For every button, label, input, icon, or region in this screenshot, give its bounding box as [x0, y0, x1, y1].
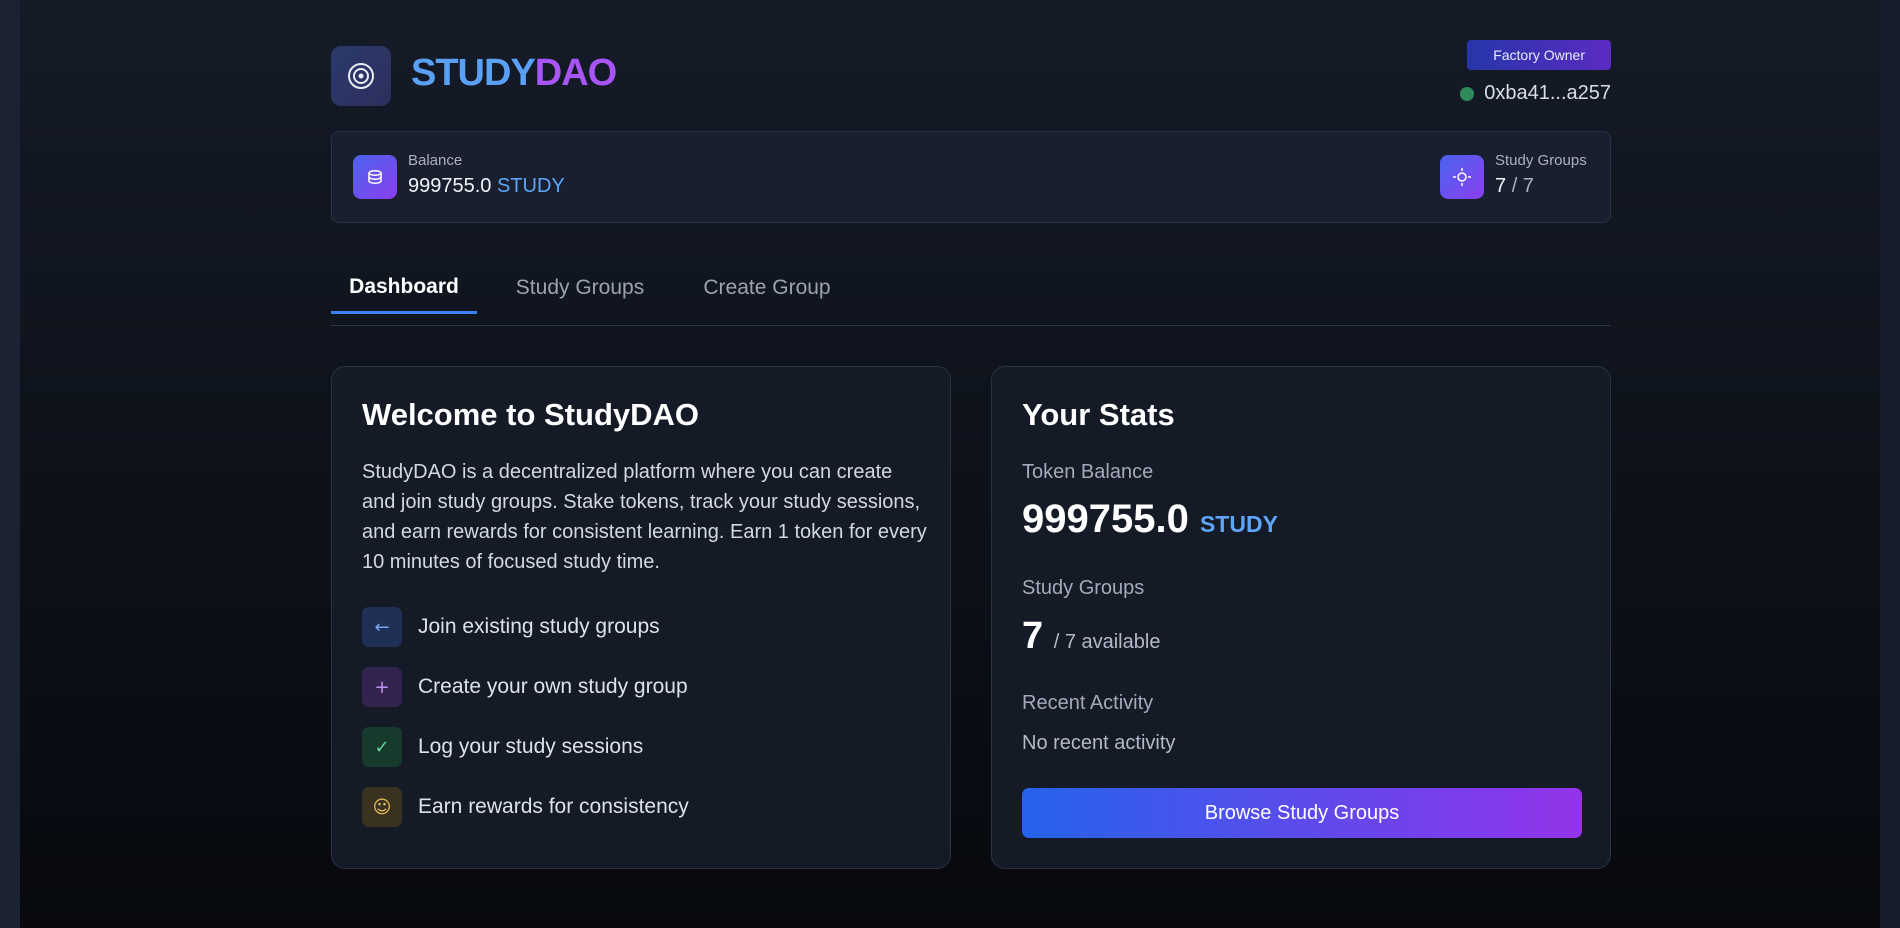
balance-label: Balance: [408, 152, 463, 169]
feature-item: + Create your own study group: [362, 667, 688, 707]
feature-label: Join existing study groups: [418, 615, 660, 638]
feature-label: Earn rewards for consistency: [418, 795, 689, 818]
welcome-intro: StudyDAO is a decentralized platform whe…: [362, 461, 927, 573]
stats-title: Your Stats: [1022, 397, 1175, 432]
connection-status-dot: [1460, 86, 1475, 101]
stats-groups-available: / 7 available: [1053, 631, 1161, 653]
app-header: STUDYDAO Factory Owner 0xba41...a257: [331, 40, 1611, 106]
check-icon: ✓: [362, 727, 402, 767]
stats-groups-value: 7 / 7 available: [1022, 615, 1160, 658]
arrow-left-icon: ←: [362, 607, 402, 647]
recent-activity-label: Recent Activity: [1022, 692, 1154, 714]
token-unit: STUDY: [1199, 511, 1278, 537]
token-balance-label: Token Balance: [1022, 461, 1154, 483]
tab-study-groups[interactable]: Study Groups: [505, 262, 655, 314]
tab-bar: Dashboard Study Groups Create Group: [331, 262, 1611, 326]
role-badge: Factory Owner: [1467, 40, 1611, 70]
welcome-title: Welcome to StudyDAO: [362, 397, 700, 432]
window-right-edge: [1880, 0, 1900, 928]
feature-item: ☺ Earn rewards for consistency: [362, 787, 689, 827]
feature-item: ← Join existing study groups: [362, 607, 660, 647]
groups-count: 7 / 7: [1495, 175, 1534, 198]
coins-icon: [353, 155, 397, 199]
app-frame: STUDYDAO Factory Owner 0xba41...a257 Bal…: [20, 0, 1880, 928]
logo[interactable]: [331, 46, 391, 106]
wallet-address[interactable]: 0xba41...a257: [1460, 82, 1611, 105]
welcome-card: Welcome to StudyDAO StudyDAO is a decent…: [331, 366, 951, 869]
groups-current: 7: [1495, 175, 1507, 197]
window-left-edge: [0, 0, 20, 928]
brand-name: STUDYDAO: [411, 52, 617, 95]
brand-part-dao: DAO: [534, 52, 617, 94]
tab-dashboard[interactable]: Dashboard: [331, 262, 477, 314]
reward-icon: ☺: [362, 787, 402, 827]
tab-create-group[interactable]: Create Group: [687, 262, 847, 314]
sun-icon: [1440, 155, 1484, 199]
stats-groups-count: 7: [1022, 615, 1044, 657]
feature-label: Create your own study group: [418, 675, 688, 698]
feature-item: ✓ Log your study sessions: [362, 727, 643, 767]
balance-bar: Balance 999755.0 STUDY Study Groups 7 / …: [331, 131, 1611, 223]
stats-groups-label: Study Groups: [1022, 577, 1145, 599]
stats-card: Your Stats Token Balance 999755.0 STUDY …: [991, 366, 1611, 869]
wallet-address-text: 0xba41...a257: [1484, 82, 1611, 104]
token-balance-amount: 999755.0: [1022, 497, 1189, 541]
recent-activity-empty: No recent activity: [1022, 732, 1176, 754]
balance-value: 999755.0 STUDY: [408, 175, 565, 198]
balance-unit: STUDY: [496, 175, 565, 197]
feature-label: Log your study sessions: [418, 735, 644, 758]
balance-amount: 999755.0: [408, 175, 492, 197]
target-icon: [348, 63, 374, 89]
browse-study-groups-button[interactable]: Browse Study Groups: [1022, 788, 1582, 838]
brand-part-study: STUDY: [411, 52, 536, 94]
plus-icon: +: [362, 667, 402, 707]
groups-label: Study Groups: [1495, 152, 1587, 169]
groups-total: / 7: [1511, 175, 1534, 197]
token-balance-value: 999755.0 STUDY: [1022, 497, 1278, 542]
